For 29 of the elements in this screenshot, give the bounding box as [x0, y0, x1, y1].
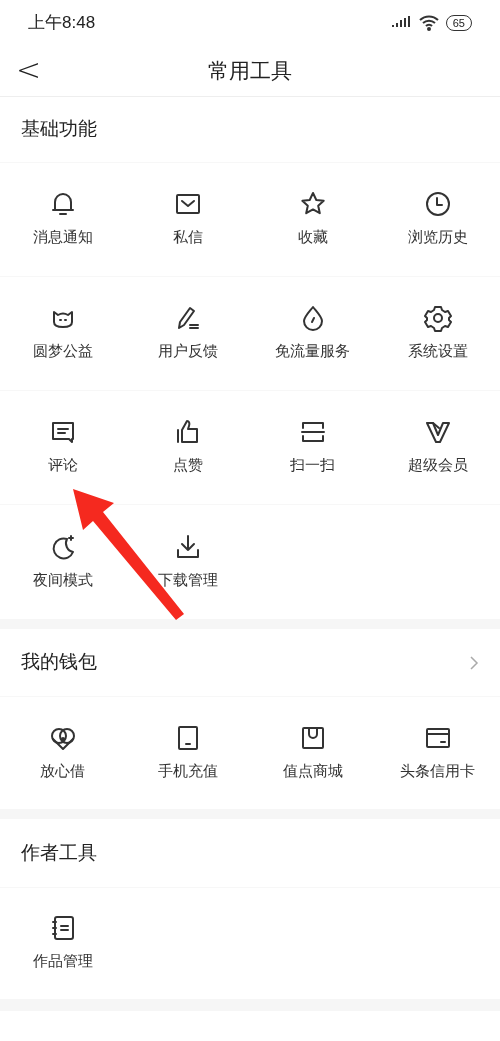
section-title: 基础功能 [21, 117, 97, 142]
tool-item[interactable]: 用户反馈 [125, 277, 250, 391]
tool-item[interactable]: 手机充值 [125, 697, 250, 809]
tool-item[interactable]: 作品管理 [0, 888, 125, 999]
clock-icon [423, 190, 452, 219]
gear-icon [423, 304, 452, 333]
section-title: 我的钱包 [21, 650, 97, 675]
status-time: 上午8:48 [28, 11, 96, 34]
tool-item[interactable]: 系统设置 [375, 277, 500, 391]
tool-item[interactable]: 免流量服务 [250, 277, 375, 391]
tool-item[interactable]: 扫一扫 [250, 391, 375, 505]
tool-item[interactable]: 超级会员 [375, 391, 500, 505]
tool-item[interactable]: 消息通知 [0, 163, 125, 277]
signal-icon [391, 15, 412, 30]
tool-item[interactable]: 点赞 [125, 391, 250, 505]
tool-item[interactable]: 头条信用卡 [375, 697, 500, 809]
wifi-icon [418, 14, 439, 31]
tool-item[interactable]: 收藏 [250, 163, 375, 277]
tool-item[interactable]: 圆梦公益 [0, 277, 125, 391]
tool-item[interactable]: 下载管理 [125, 505, 250, 619]
tool-item[interactable]: 放心借 [0, 697, 125, 809]
page-title: 常用工具 [208, 57, 292, 84]
tool-item[interactable]: 值点商城 [250, 697, 375, 809]
tool-item[interactable]: 夜间模式 [0, 505, 125, 619]
back-button[interactable]: < [16, 55, 42, 85]
tool-item[interactable]: 私信 [125, 163, 250, 277]
tool-item[interactable]: 浏览历史 [375, 163, 500, 277]
section-title: 作者工具 [21, 840, 97, 865]
chevron-right-icon[interactable] [469, 654, 479, 671]
